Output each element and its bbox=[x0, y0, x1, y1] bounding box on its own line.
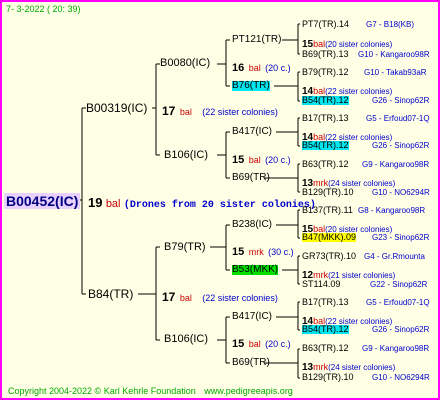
gen4-node[interactable]: B69(TR).13 bbox=[302, 50, 349, 59]
gen3-node[interactable]: B238(IC) bbox=[232, 220, 272, 230]
gen4-info: G5 - Erfoud07-1Q bbox=[366, 114, 430, 123]
gen4-node[interactable]: B63(TR).12 bbox=[302, 160, 349, 169]
gen4-info: G23 - Sinop62R bbox=[372, 233, 430, 242]
gen4-info: G10 - NO6294R bbox=[372, 373, 430, 382]
gen4-node[interactable]: B54(TR).12 bbox=[302, 141, 349, 150]
gen1-drone-info: 17 bal (22 sister colonies) bbox=[162, 290, 278, 304]
gen2-drone-info: 15 bal (20 c.) bbox=[232, 154, 291, 166]
gen4-node[interactable]: B63(TR).12 bbox=[302, 344, 349, 353]
gen4-info: G10 - Takab93aR bbox=[364, 68, 427, 77]
gen4-node[interactable]: B47(MKK).09 bbox=[302, 233, 357, 242]
gen4-info: G9 - Kangaroo98R bbox=[362, 344, 430, 353]
gen3-node[interactable]: B76(TR) bbox=[232, 81, 270, 91]
gen3-node[interactable]: B69(TR) bbox=[232, 173, 270, 183]
gen4-node[interactable]: ST114.09 bbox=[302, 280, 340, 289]
root-drone-info: 19 bal (Drones from 20 sister colonies) bbox=[88, 196, 316, 211]
gen4-node[interactable]: B129(TR).10 bbox=[302, 373, 354, 382]
root-queen-id[interactable]: B00452(IC) bbox=[4, 193, 81, 209]
gen4-info: G4 - Gr.Rmounta bbox=[364, 252, 425, 261]
gen2-node[interactable]: B79(TR) bbox=[164, 242, 206, 253]
gen4-info: G10 - NO6294R bbox=[372, 188, 430, 197]
gen4-info: G26 - Sinop62R bbox=[372, 96, 430, 105]
gen3-node[interactable]: B417(IC) bbox=[232, 127, 272, 137]
gen4-node[interactable]: B17(TR).13 bbox=[302, 298, 349, 307]
root-drone-mark: bal bbox=[105, 198, 121, 210]
gen3-node[interactable]: B69(TR) bbox=[232, 358, 270, 368]
gen2-node[interactable]: B0080(IC) bbox=[160, 58, 210, 69]
root-drone-count: 19 bbox=[88, 195, 103, 210]
gen4-node[interactable]: B137(TR).11 bbox=[302, 206, 353, 215]
gen3-node[interactable]: B53(MKK) bbox=[232, 265, 279, 275]
gen3-node[interactable]: B417(IC) bbox=[232, 312, 272, 322]
gen1-drone-info: 17 bal (22 sister colonies) bbox=[162, 104, 278, 118]
gen2-node[interactable]: B106(IC) bbox=[164, 150, 208, 161]
site-link[interactable]: www.pedigreeapis.org bbox=[204, 386, 293, 396]
gen4-info: G7 - B18(KB) bbox=[366, 20, 415, 29]
gen4-node[interactable]: B54(TR).12 bbox=[302, 325, 349, 334]
gen4-info: G26 - Sinop62R bbox=[372, 141, 430, 150]
gen4-node[interactable]: GR73(TR).10 bbox=[302, 252, 356, 261]
gen4-info: G26 - Sinop62R bbox=[372, 325, 430, 334]
gen4-node[interactable]: B17(TR).13 bbox=[302, 114, 349, 123]
gen4-node[interactable]: B79(TR).12 bbox=[302, 68, 349, 77]
gen4-info: G9 - Kangaroo98R bbox=[362, 160, 430, 169]
gen4-info: G8 - Kangaroo98R bbox=[358, 206, 426, 215]
gen1-node[interactable]: B00319(IC) bbox=[86, 102, 147, 114]
gen4-node[interactable]: B129(TR).10 bbox=[302, 188, 354, 197]
gen4-node[interactable]: B54(TR).12 bbox=[302, 96, 349, 105]
report-date: 7- 3-2022 ( 20: 39) bbox=[6, 4, 81, 14]
gen4-info: G10 - Kangaroo98R bbox=[358, 50, 430, 59]
gen4-info: G22 - Sinop62R bbox=[370, 280, 428, 289]
gen3-node[interactable]: PT121(TR) bbox=[232, 35, 281, 45]
gen1-node[interactable]: B84(TR) bbox=[88, 288, 133, 300]
gen4-node[interactable]: PT7(TR).14 bbox=[302, 20, 349, 29]
root-drone-note: (Drones from 20 sister colonies) bbox=[123, 200, 316, 211]
gen2-drone-info: 16 bal (20 c.) bbox=[232, 62, 291, 74]
gen2-drone-info: 15 bal (20 c.) bbox=[232, 338, 291, 350]
gen4-info: G5 - Erfoud07-1Q bbox=[366, 298, 430, 307]
pedigree-chart: 7- 3-2022 ( 20: 39) B00452(IC) 19 bal (D… bbox=[0, 0, 440, 400]
gen2-drone-info: 15 mrk (30 c.) bbox=[232, 246, 294, 258]
copyright-text: Copyright 2004-2022 © Karl Kehrle Founda… bbox=[8, 386, 196, 396]
copyright-footer: Copyright 2004-2022 © Karl Kehrle Founda… bbox=[8, 387, 293, 396]
gen2-node[interactable]: B106(IC) bbox=[164, 334, 208, 345]
